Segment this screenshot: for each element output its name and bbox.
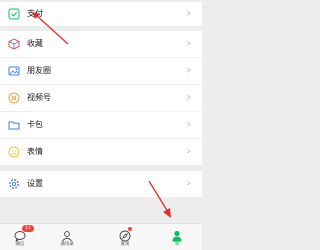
menu-item-label: 卡包 [27,120,43,129]
card-wallet-icon [8,119,20,131]
tab-label: 发现 [120,242,130,247]
menu-item-channels[interactable]: 视频号 > [0,85,202,111]
sticker-smile-icon [8,146,20,158]
chevron-right-icon: > [186,8,192,19]
chevron-right-icon: > [186,65,192,76]
tab-label: 我 [174,242,180,247]
tab-me[interactable]: 我 [157,224,197,250]
channels-icon [8,92,20,104]
tab-bar: 11 微信 通讯录 发现 我 [0,223,202,250]
menu-item-moments[interactable]: 朋友圈 > [0,58,202,84]
chevron-right-icon: > [186,92,192,103]
favorites-cube-icon [8,38,20,50]
annotation-arrow-pay [32,12,69,45]
tab-label: 微信 [15,242,25,247]
notification-dot [128,227,132,231]
chevron-right-icon: > [186,146,192,157]
tab-chats[interactable]: 11 微信 [0,224,40,250]
menu-item-label: 视频号 [27,93,51,102]
settings-gear-icon [8,178,20,190]
chevron-right-icon: > [186,38,192,49]
annotation-arrow-me [148,180,171,218]
menu-item-cards[interactable]: 卡包 > [0,112,202,138]
chevron-right-icon: > [186,119,192,130]
chevron-right-icon: > [186,178,192,189]
menu-item-label: 设置 [27,179,43,188]
moments-image-icon [8,65,20,77]
tab-discover[interactable]: 发现 [105,224,145,250]
tab-contacts[interactable]: 通讯录 [47,224,87,250]
person-icon [171,227,183,242]
menu-item-label: 朋友圈 [27,66,51,75]
wechat-pay-icon [8,8,20,20]
contacts-icon [61,227,73,242]
menu-item-label: 表情 [27,147,43,156]
tab-label: 通讯录 [60,242,74,247]
menu-item-stickers[interactable]: 表情 > [0,139,202,165]
unread-badge: 11 [22,225,34,232]
